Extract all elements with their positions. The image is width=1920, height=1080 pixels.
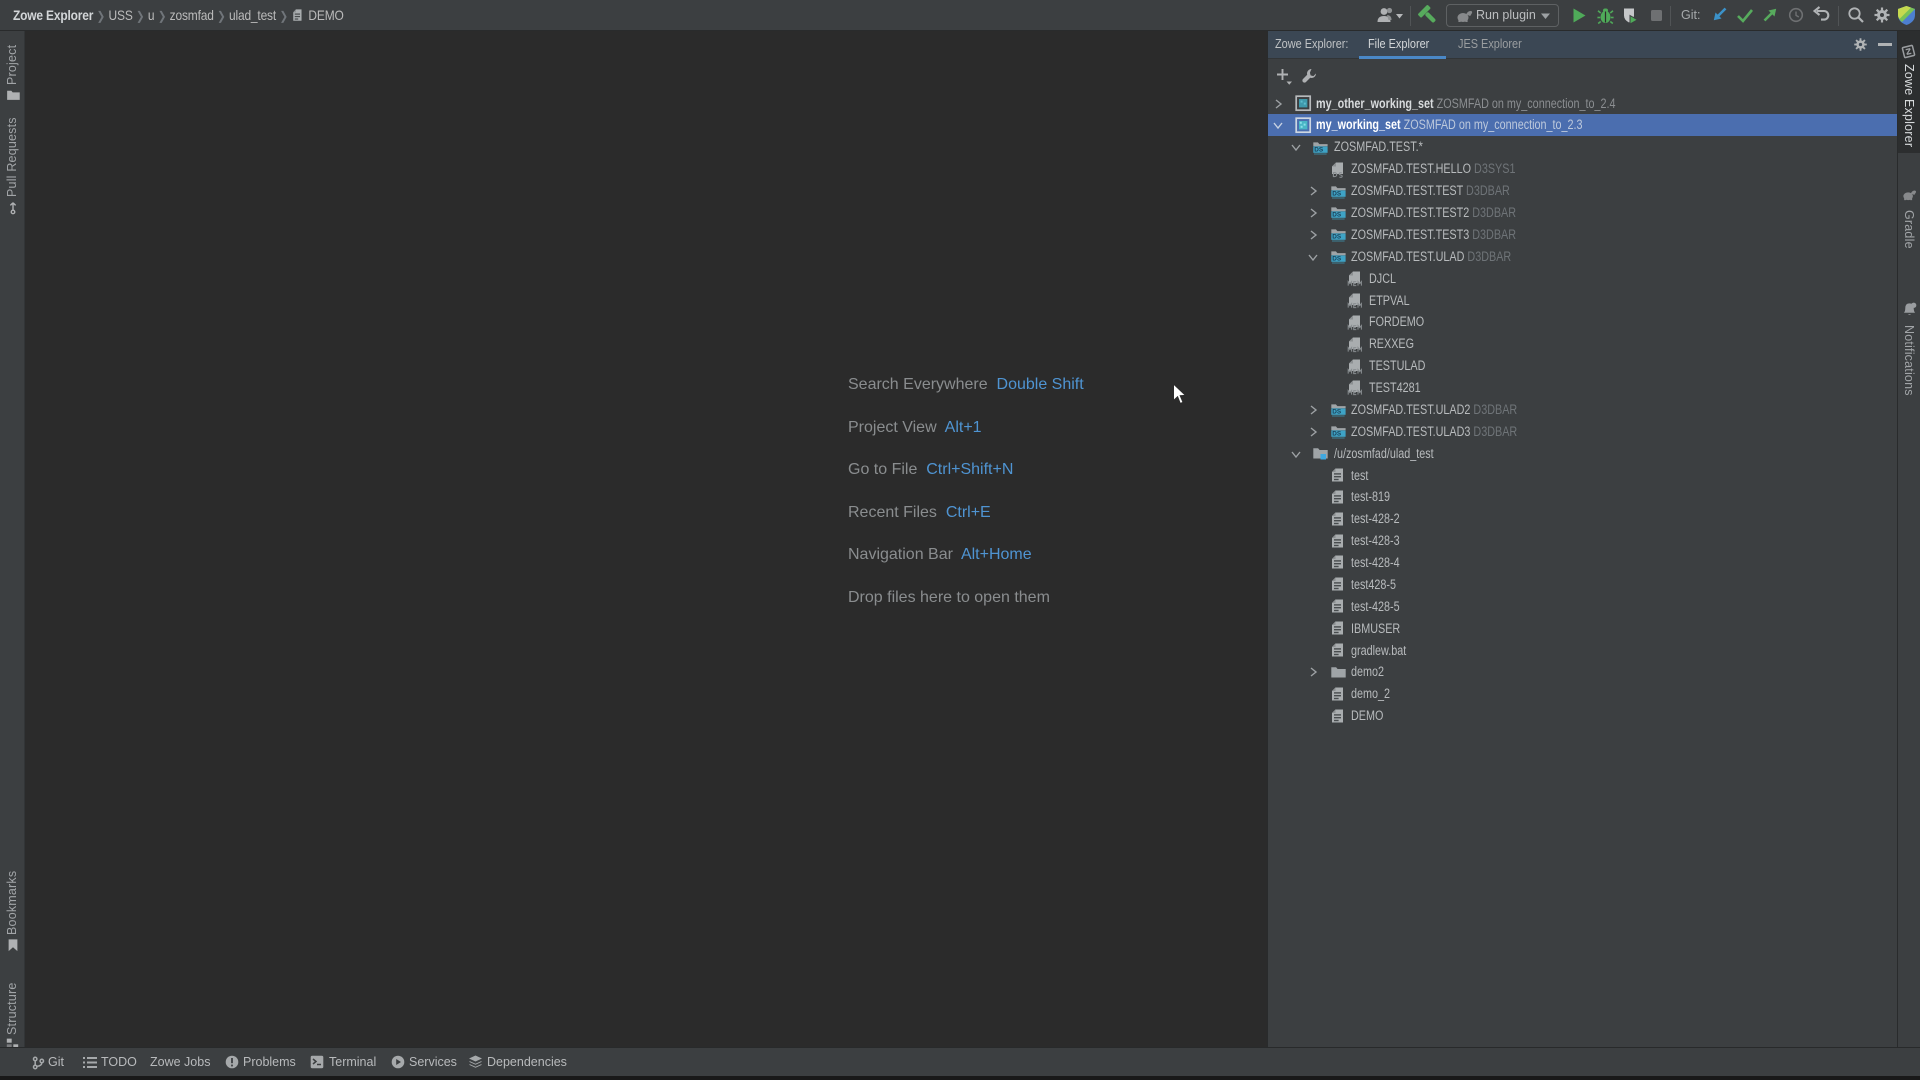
svg-text:DS: DS — [1332, 234, 1342, 241]
svg-text:DS: DS — [1332, 409, 1342, 416]
svg-text:DS: DS — [1332, 190, 1342, 197]
svg-text:DS: DS — [1332, 212, 1342, 219]
svg-text:DS: DS — [1332, 431, 1342, 438]
svg-text:DS: DS — [1314, 146, 1324, 153]
svg-text:DS: DS — [1332, 256, 1342, 263]
